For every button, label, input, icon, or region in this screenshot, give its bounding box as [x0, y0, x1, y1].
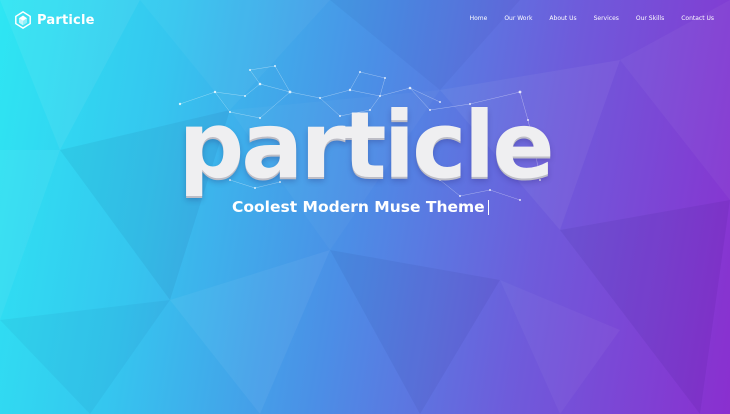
main-nav: Home Our Work About Us Services Our Skil…	[453, 13, 714, 25]
top-navigation-bar: Particle Home Our Work About Us Services…	[0, 0, 730, 40]
nav-item-about-us[interactable]: About Us	[549, 13, 576, 25]
hero-headline: particle	[178, 92, 554, 199]
nav-item-services[interactable]: Services	[594, 13, 619, 25]
brand-name: Particle	[37, 12, 95, 28]
nav-item-home[interactable]: Home	[470, 13, 488, 25]
particle-logo-icon	[15, 11, 31, 29]
hero-section: Particle Home Our Work About Us Services…	[0, 0, 730, 414]
nav-item-our-skills[interactable]: Our Skills	[636, 13, 664, 25]
brand-logo-link[interactable]: Particle	[14, 9, 95, 31]
nav-item-contact-us[interactable]: Contact Us	[681, 13, 714, 25]
tagline-text: Coolest Modern Muse Theme	[232, 198, 485, 216]
nav-item-our-work[interactable]: Our Work	[504, 13, 532, 25]
typing-cursor	[487, 199, 489, 215]
hero-tagline: Coolest Modern Muse Theme	[232, 197, 489, 217]
